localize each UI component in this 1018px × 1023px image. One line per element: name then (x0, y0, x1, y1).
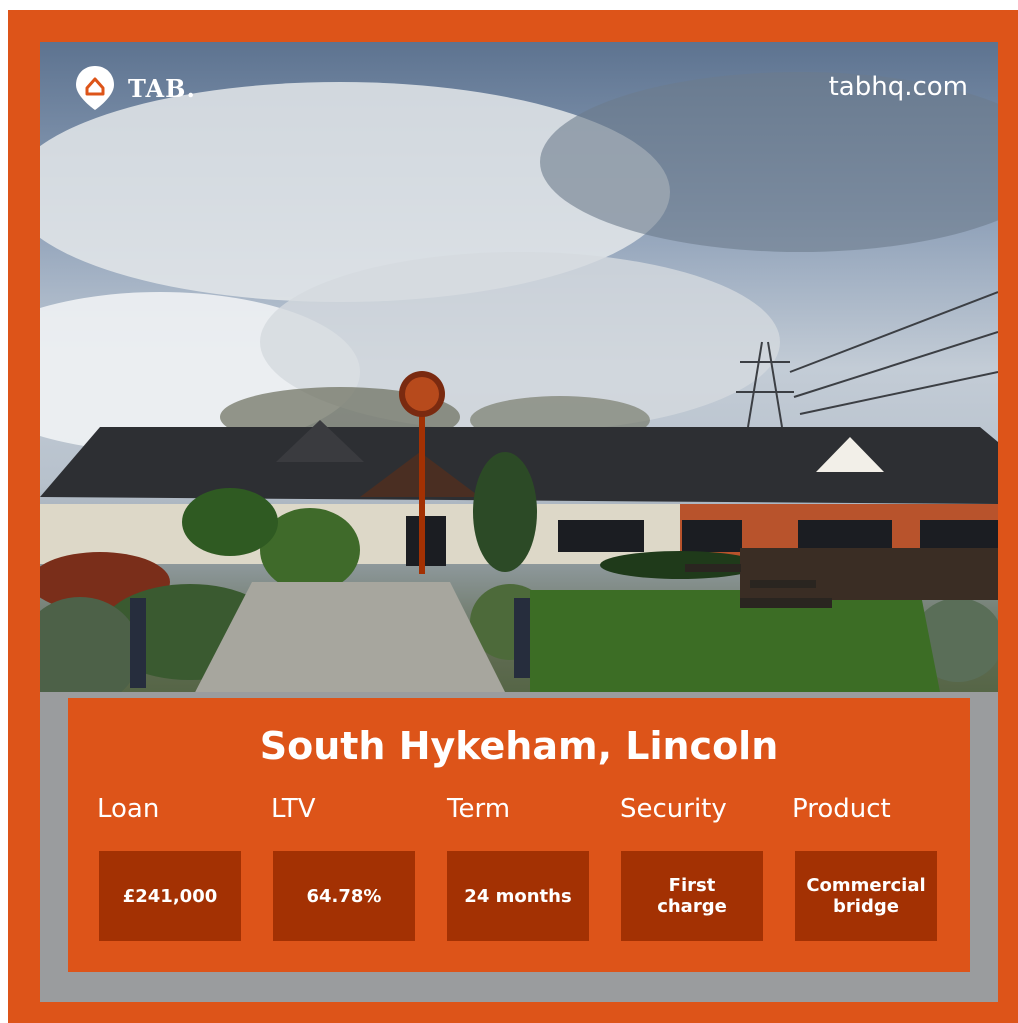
ltv-value: 64.78% (273, 851, 415, 941)
listing-info-panel: South Hykeham, Lincoln Loan LTV Term Sec… (68, 698, 970, 972)
term-value: 24 months (447, 851, 589, 941)
ltv-label: LTV (271, 794, 316, 824)
website-url: tabhq.com (828, 72, 968, 102)
tab-logo: TAB. (74, 64, 196, 112)
location-title: South Hykeham, Lincoln (259, 724, 779, 768)
security-value: First charge (621, 851, 763, 941)
product-label: Product (792, 794, 891, 824)
loan-value: £241,000 (99, 851, 241, 941)
term-label: Term (447, 794, 511, 824)
product-value: Commercial bridge (795, 851, 937, 941)
logo-text: TAB. (128, 73, 196, 103)
loan-label: Loan (97, 794, 160, 824)
security-label: Security (620, 794, 727, 824)
home-pin-icon (76, 66, 114, 110)
